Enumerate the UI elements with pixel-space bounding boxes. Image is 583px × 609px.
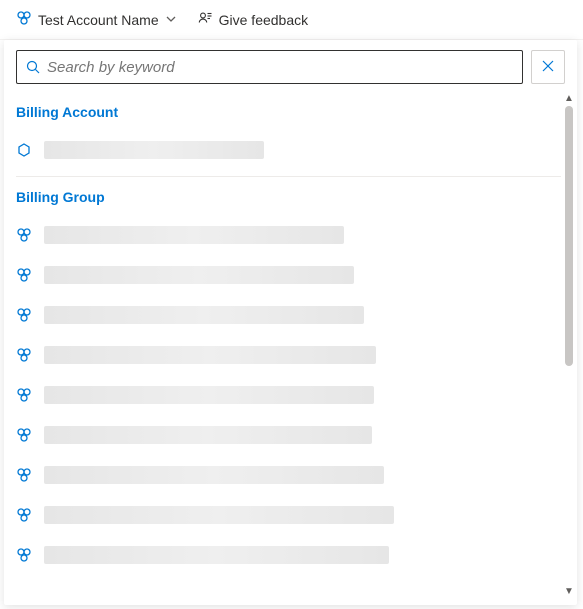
redacted-label xyxy=(44,546,389,564)
scroll-up-icon[interactable]: ▲ xyxy=(564,94,574,104)
list-item[interactable] xyxy=(16,415,561,455)
billing-group-icon xyxy=(16,387,34,403)
search-box[interactable] xyxy=(16,50,523,84)
list-item[interactable] xyxy=(16,455,561,495)
account-selector-label: Test Account Name xyxy=(38,12,159,28)
hexagon-icon xyxy=(16,142,34,158)
feedback-label: Give feedback xyxy=(219,12,309,28)
redacted-label xyxy=(44,506,394,524)
section-header-billing-account: Billing Account xyxy=(16,92,561,130)
redacted-label xyxy=(44,266,354,284)
account-selector[interactable]: Test Account Name xyxy=(8,6,185,33)
list-item[interactable] xyxy=(16,295,561,335)
list-item[interactable] xyxy=(16,495,561,535)
redacted-label xyxy=(44,386,374,404)
feedback-button[interactable]: Give feedback xyxy=(189,6,317,33)
close-icon xyxy=(540,58,556,77)
results-wrap: Billing Account Billing Group ▲ ▼ xyxy=(4,92,577,599)
billing-group-icon xyxy=(16,507,34,523)
search-row xyxy=(4,50,577,92)
billing-group-icon xyxy=(16,427,34,443)
chevron-down-icon xyxy=(165,12,177,28)
list-item[interactable] xyxy=(16,130,561,170)
clear-button[interactable] xyxy=(531,50,565,84)
billing-group-icon xyxy=(16,10,32,29)
redacted-label xyxy=(44,141,264,159)
feedback-icon xyxy=(197,10,213,29)
search-icon xyxy=(25,59,41,75)
list-item[interactable] xyxy=(16,215,561,255)
list-item[interactable] xyxy=(16,375,561,415)
list-item[interactable] xyxy=(16,335,561,375)
scroll-track[interactable] xyxy=(565,106,573,585)
billing-group-icon xyxy=(16,267,34,283)
redacted-label xyxy=(44,346,376,364)
scrollbar[interactable]: ▲ ▼ xyxy=(561,92,577,599)
list-item[interactable] xyxy=(16,255,561,295)
billing-group-icon xyxy=(16,547,34,563)
billing-group-icon xyxy=(16,227,34,243)
scroll-thumb[interactable] xyxy=(565,106,573,366)
redacted-label xyxy=(44,226,344,244)
results-list: Billing Account Billing Group xyxy=(4,92,561,599)
topbar: Test Account Name Give feedback xyxy=(0,0,583,40)
scope-picker-dropdown: Billing Account Billing Group ▲ ▼ xyxy=(4,40,577,605)
section-header-billing-group: Billing Group xyxy=(16,177,561,215)
billing-group-icon xyxy=(16,307,34,323)
list-item[interactable] xyxy=(16,535,561,575)
search-input[interactable] xyxy=(47,59,516,76)
redacted-label xyxy=(44,426,372,444)
billing-group-icon xyxy=(16,467,34,483)
scroll-down-icon[interactable]: ▼ xyxy=(564,587,574,597)
billing-group-icon xyxy=(16,347,34,363)
redacted-label xyxy=(44,466,384,484)
redacted-label xyxy=(44,306,364,324)
